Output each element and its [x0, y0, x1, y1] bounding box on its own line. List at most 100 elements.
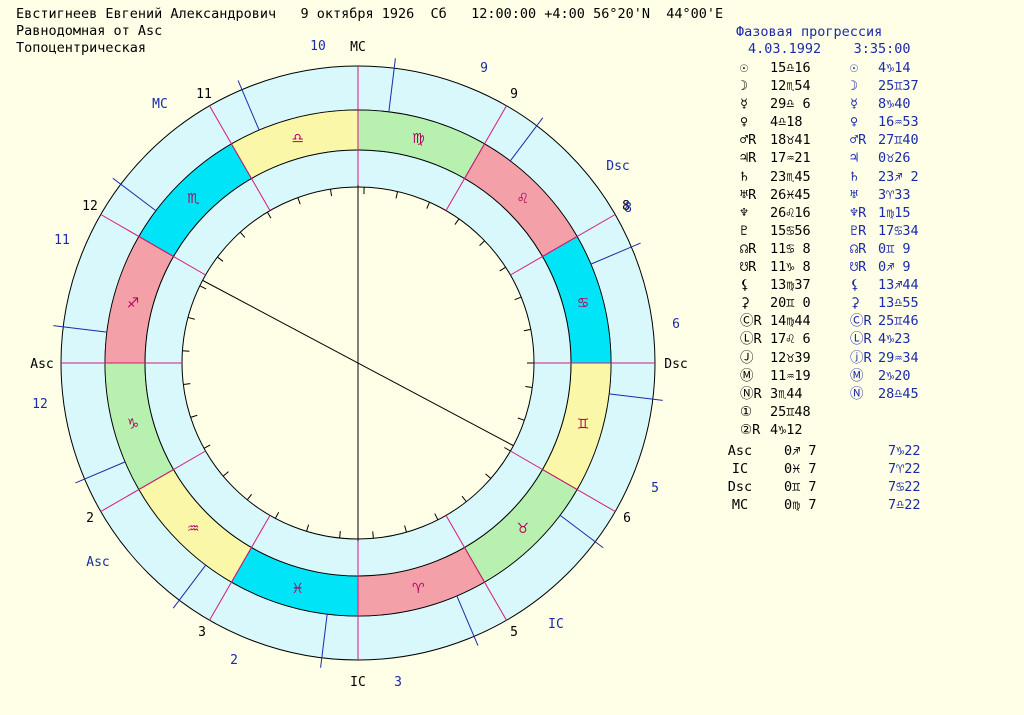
progressed-mc-label: MC: [152, 97, 168, 112]
progressed-planet-glyph: ☊R: [850, 240, 867, 257]
progressed-house-number: 11: [54, 233, 70, 248]
progressed-position: 13♎55: [878, 295, 919, 312]
planet-glyph: ①: [740, 403, 753, 420]
natal-angle-position: 0♓ 7: [784, 461, 817, 478]
zodiac-sign-glyph: ♎: [291, 131, 304, 147]
planet-glyph: ☽: [740, 78, 749, 95]
planet-glyph: ☉: [740, 60, 749, 76]
natal-house-number: 3: [198, 625, 206, 640]
progressed-planet-glyph: ♇R: [850, 222, 867, 239]
progressed-position: 3♈33: [878, 186, 911, 203]
planet-glyph: ♄: [740, 168, 749, 185]
progressed-planet-glyph: ♃: [850, 150, 859, 167]
angle-name: MC: [731, 497, 749, 514]
progressed-position: 23♐ 2: [878, 168, 919, 185]
natal-house-number: 11: [196, 87, 212, 102]
progressed-planet-glyph: ☉: [850, 60, 859, 76]
planet-glyph: ♂R: [740, 132, 757, 149]
angle-name: IC: [731, 461, 749, 478]
planet-glyph: ⚳: [740, 295, 750, 312]
natal-mc-label: MC: [350, 40, 366, 55]
natal-position: 17♌ 6: [770, 331, 811, 348]
natal-position: 20♊ 0: [770, 295, 811, 312]
progressed-position: 16♒53: [878, 114, 919, 131]
progressed-position: 8♑40: [878, 96, 911, 113]
planet-glyph: Ⓙ: [740, 349, 754, 366]
progressed-position: 29♒34: [878, 349, 919, 366]
progression-title: Фазовая прогрессия: [736, 24, 883, 40]
progressed-house-number: 3: [394, 675, 402, 690]
planet-glyph: ♇: [740, 222, 749, 239]
progression-date: 4.03.1992 3:35:00: [748, 41, 911, 57]
natal-position: 13♍37: [770, 277, 811, 294]
natal-position: 29♎ 6: [770, 96, 811, 113]
zodiac-sign-glyph: ♌: [516, 191, 529, 207]
planet-glyph: ⒸR: [740, 313, 762, 330]
natal-position: 25♊48: [770, 403, 811, 420]
progressed-planet-glyph: ☿: [850, 96, 859, 113]
progressed-house-number: 9: [480, 61, 488, 76]
progressed-planet-glyph: ♆R: [850, 204, 867, 221]
angle-name: Asc: [727, 442, 753, 459]
planet-glyph: Ⓜ: [740, 367, 754, 384]
natal-position: 12♉39: [770, 349, 811, 366]
progressed-position: 13♐44: [878, 277, 919, 294]
natal-house-number: 6: [623, 511, 631, 526]
planet-glyph: ☊R: [740, 240, 757, 257]
progressed-planet-glyph: ♅: [850, 186, 859, 203]
progressed-position: 4♑23: [878, 331, 911, 348]
planet-glyph: ⓃR: [740, 385, 762, 402]
natal-angle-position: 0♐ 7: [784, 442, 817, 459]
progressed-position: 2♑20: [878, 367, 911, 384]
natal-house-number: 12: [82, 199, 98, 214]
progressed-planet-glyph: ⚳: [850, 295, 860, 312]
natal-position: 3♏44: [770, 385, 803, 402]
progressed-planet-glyph: Ⓜ: [850, 367, 864, 384]
progressed-planet-glyph: ☽: [850, 78, 859, 95]
planet-glyph: ♆: [740, 204, 749, 221]
progressed-position: 27♊40: [878, 132, 919, 149]
natal-position: 11♋ 8: [770, 240, 811, 257]
zodiac-sign-glyph: ♋: [577, 296, 590, 312]
natal-position: 15♎16: [770, 60, 811, 76]
planet-glyph: ♃R: [740, 150, 757, 167]
natal-position: 15♋56: [770, 222, 811, 239]
progressed-planet-glyph: ⚸: [850, 277, 860, 294]
zodiac-sign-glyph: ♊: [577, 416, 590, 432]
progressed-position: 28♎45: [878, 385, 919, 402]
progressed-position: 0♐ 9: [878, 259, 911, 276]
progressed-house-number: 10: [310, 39, 326, 54]
natal-ic-label: IC: [350, 675, 366, 690]
progressed-planet-glyph: ♂R: [850, 132, 867, 149]
natal-position: 4♑12: [770, 421, 803, 438]
natal-house-number: 2: [86, 511, 94, 526]
natal-position: 17♒21: [770, 150, 811, 167]
progressed-position: 1♍15: [878, 204, 911, 221]
angle-name: Dsc: [727, 479, 753, 496]
progressed-angle-position: 7♑22: [888, 442, 921, 459]
planet-glyph: ⓁR: [740, 331, 762, 348]
natal-dsc-label: Dsc: [664, 357, 687, 372]
natal-position: 14♍44: [770, 313, 811, 330]
natal-asc-label: Asc: [30, 357, 53, 372]
natal-wheel-chart: ♍ ♌ ♋ ♊ ♉ ♈ ♓ ♒ ♑ ♐ ♏ ♎ MC IC Asc Dsc MC IC Asc Dsc 2 3 5 6 8 9 11…: [30, 39, 687, 690]
planet-glyph: ☿: [740, 96, 749, 113]
zodiac-sign-glyph: ♏: [187, 191, 200, 207]
progressed-planet-glyph: Ⓝ: [850, 385, 864, 402]
natal-position: 12♏54: [770, 78, 811, 95]
zodiac-sign-glyph: ♍: [412, 131, 425, 147]
natal-position: 26♌16: [770, 204, 811, 221]
natal-position: 4♎18: [770, 114, 803, 131]
natal-position: 18♉41: [770, 132, 811, 149]
progressed-house-number: 6: [672, 317, 680, 332]
progressed-position: 25♊37: [878, 78, 919, 95]
progressed-position: 4♑14: [878, 60, 911, 76]
progressed-angle-position: 7♎22: [888, 497, 921, 514]
progressed-planet-glyph: ⓁR: [850, 331, 872, 348]
zodiac-sign-glyph: ♒: [187, 521, 200, 537]
progressed-house-number: 8: [624, 201, 632, 216]
progressed-planet-glyph: ♄: [850, 168, 859, 185]
natal-house-number: 5: [510, 625, 518, 640]
progressed-planet-glyph: ⒸR: [850, 313, 872, 330]
zodiac-sign-glyph: ♈: [412, 581, 425, 597]
